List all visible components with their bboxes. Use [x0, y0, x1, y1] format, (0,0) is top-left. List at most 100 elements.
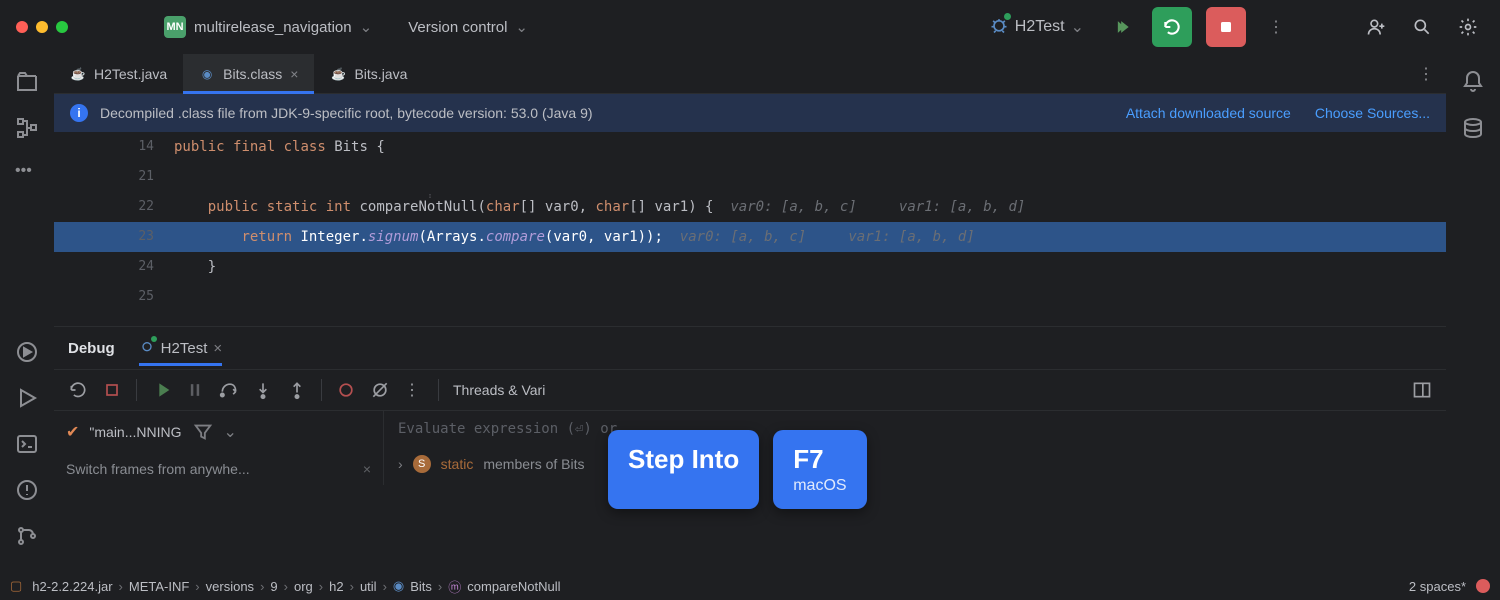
- chevron-down-icon: ⌄: [360, 18, 373, 36]
- run-tool-icon[interactable]: [15, 386, 39, 410]
- breadcrumb[interactable]: h2-2.2.224.jar› META-INF› versions› 9› o…: [32, 577, 560, 596]
- line-number: 22: [54, 192, 174, 222]
- close-window[interactable]: [16, 21, 28, 33]
- error-indicator-icon[interactable]: [1476, 579, 1490, 593]
- tab-more-icon[interactable]: ⋮: [1418, 64, 1434, 84]
- rerun-debug-button[interactable]: [1152, 7, 1192, 47]
- choose-sources-link[interactable]: Choose Sources...: [1315, 105, 1430, 121]
- window-controls: [16, 21, 68, 33]
- project-badge: MN: [164, 16, 186, 38]
- run-config-selector[interactable]: H2Test ⌄: [981, 11, 1092, 44]
- pause-icon[interactable]: [185, 380, 205, 400]
- static-badge-icon: S: [413, 455, 431, 473]
- vcs-tool-icon[interactable]: [15, 524, 39, 548]
- notifications-icon[interactable]: [1461, 70, 1485, 94]
- method-crumb-icon: ⓜ: [448, 577, 461, 596]
- platform-label: macOS: [793, 477, 846, 495]
- tab-bits-class[interactable]: ◉ Bits.class ×: [183, 54, 314, 93]
- problems-tool-icon[interactable]: [15, 478, 39, 502]
- threads-vars-label[interactable]: Threads & Vari: [453, 382, 545, 398]
- tab-bits-java[interactable]: ☕ Bits.java: [314, 54, 423, 93]
- class-file-icon: ◉: [199, 66, 215, 82]
- frame-row[interactable]: ✔ "main...NNING ⌄: [54, 411, 383, 453]
- bug-icon: [989, 15, 1009, 40]
- view-breakpoints-icon[interactable]: [336, 380, 356, 400]
- class-crumb-icon: ◉: [393, 578, 404, 594]
- stop-icon[interactable]: [102, 380, 122, 400]
- close-icon[interactable]: ×: [290, 66, 298, 82]
- line-number: 24: [54, 252, 174, 282]
- statusbar: ▢ h2-2.2.224.jar› META-INF› versions› 9›…: [0, 572, 1500, 600]
- line-number: 14: [54, 132, 174, 162]
- vcs-label: Version control: [408, 19, 507, 36]
- eval-placeholder: Evaluate expression (⏎) or: [398, 421, 617, 437]
- decompiled-banner: i Decompiled .class file from JDK-9-spec…: [54, 94, 1446, 132]
- close-icon[interactable]: ×: [213, 340, 222, 357]
- gear-icon[interactable]: [1452, 11, 1484, 43]
- tab-label: Bits.java: [354, 66, 407, 82]
- project-tool-icon[interactable]: [15, 70, 39, 94]
- debug-tab-debug[interactable]: Debug: [68, 332, 115, 365]
- key-label: F7: [793, 444, 846, 475]
- step-into-icon[interactable]: [253, 380, 273, 400]
- lib-icon: ▢: [10, 578, 22, 594]
- close-icon[interactable]: ×: [363, 461, 371, 477]
- maximize-window[interactable]: [56, 21, 68, 33]
- more-icon[interactable]: ⋮: [404, 380, 424, 400]
- filter-icon[interactable]: [192, 421, 214, 443]
- minimize-window[interactable]: [36, 21, 48, 33]
- run-config-name: H2Test: [1015, 18, 1065, 36]
- database-tool-icon[interactable]: [1461, 116, 1485, 140]
- terminal-tool-icon[interactable]: [15, 432, 39, 456]
- tab-h2test-java[interactable]: ☕ H2Test.java: [54, 54, 183, 93]
- session-label: H2Test: [161, 340, 208, 357]
- step-over-icon[interactable]: [219, 380, 239, 400]
- step-out-icon[interactable]: [287, 380, 307, 400]
- action-name: Step Into: [628, 444, 739, 475]
- keystroke-badge: F7 macOS: [773, 430, 866, 509]
- stop-button[interactable]: [1206, 7, 1246, 47]
- debug-session-tab[interactable]: H2Test ×: [139, 330, 222, 366]
- editor-tabs: ☕ H2Test.java ◉ Bits.class × ☕ Bits.java…: [54, 54, 1446, 94]
- variables-column: Evaluate expression (⏎) or › S static me…: [384, 411, 1446, 485]
- debug-tabs: Debug H2Test ×: [54, 327, 1446, 369]
- structure-tool-icon[interactable]: [15, 116, 39, 140]
- info-icon: i: [70, 104, 88, 122]
- thread-status: "main...NNING: [89, 424, 181, 440]
- left-rail: •••: [0, 54, 54, 600]
- run-button[interactable]: [1106, 11, 1138, 43]
- line-number: 21: [54, 162, 174, 192]
- line-number: 25: [54, 282, 174, 312]
- switch-frames-hint[interactable]: Switch frames from anywhe... ×: [54, 453, 383, 485]
- chevron-down-icon: ⌄: [515, 18, 528, 36]
- attach-source-link[interactable]: Attach downloaded source: [1126, 105, 1291, 121]
- hint-text: Switch frames from anywhe...: [66, 461, 250, 477]
- mute-breakpoints-icon[interactable]: [370, 380, 390, 400]
- evaluate-input[interactable]: Evaluate expression (⏎) or: [384, 411, 1446, 447]
- titlebar-right: H2Test ⌄ ⋮: [981, 7, 1484, 47]
- line-number: 23: [54, 222, 174, 252]
- more-icon[interactable]: ⋮: [1260, 11, 1292, 43]
- chevron-down-icon: ⌄: [1071, 17, 1084, 37]
- project-switcher[interactable]: MN multirelease_navigation ⌄: [164, 16, 372, 38]
- more-tools-icon[interactable]: •••: [15, 162, 39, 186]
- code-editor[interactable]: 14public final class Bits { 21 22 public…: [54, 132, 1446, 312]
- shortcut-overlay: Step Into F7 macOS: [608, 430, 867, 509]
- static-members-row[interactable]: › S static members of Bits: [384, 447, 1446, 481]
- tab-label: H2Test.java: [94, 66, 167, 82]
- check-icon: ✔: [66, 422, 79, 442]
- frames-column: ✔ "main...NNING ⌄ Switch frames from any…: [54, 411, 384, 485]
- java-file-icon: ☕: [70, 66, 86, 82]
- bug-icon: [139, 338, 155, 358]
- layout-icon[interactable]: [1412, 380, 1432, 400]
- services-tool-icon[interactable]: [15, 340, 39, 364]
- java-file-icon: ☕: [330, 66, 346, 82]
- chevron-down-icon[interactable]: ⌄: [224, 422, 237, 442]
- add-user-icon[interactable]: [1360, 11, 1392, 43]
- vcs-menu[interactable]: Version control ⌄: [408, 18, 528, 36]
- text-caret: [429, 179, 431, 199]
- search-icon[interactable]: [1406, 11, 1438, 43]
- rerun-icon[interactable]: [68, 380, 88, 400]
- resume-icon[interactable]: [151, 380, 171, 400]
- indent-indicator[interactable]: 2 spaces*: [1409, 579, 1466, 594]
